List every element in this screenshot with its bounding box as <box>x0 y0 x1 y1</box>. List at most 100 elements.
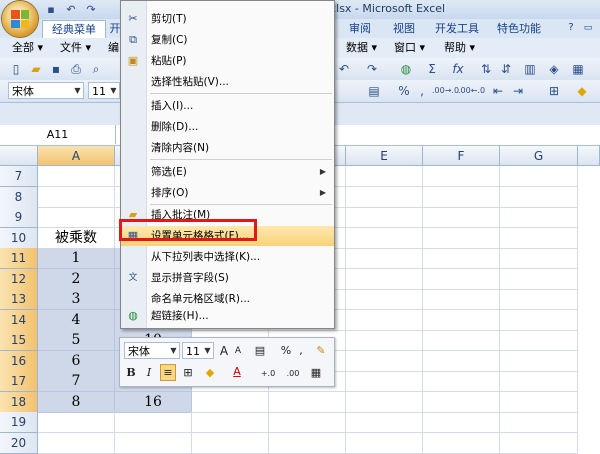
comma-button[interactable]: , <box>414 83 430 99</box>
zoom-icon[interactable]: ▦ <box>570 61 586 77</box>
cell-a18[interactable]: 8 <box>38 392 115 413</box>
tab-review[interactable]: 审阅 <box>344 20 376 37</box>
cell-b19[interactable] <box>115 412 192 433</box>
function-icon[interactable]: fx <box>450 61 466 77</box>
bold-button[interactable]: B <box>124 365 138 381</box>
increase-decimal-button[interactable]: .00→.0 <box>432 83 459 99</box>
cell-e11[interactable] <box>346 248 423 269</box>
undo-toolbar-icon[interactable]: ↶ <box>336 61 352 77</box>
cell-e9[interactable] <box>346 207 423 228</box>
row-header[interactable]: 12 <box>0 269 38 290</box>
open-icon[interactable]: ▰ <box>28 61 44 77</box>
cell-g12[interactable] <box>500 269 578 290</box>
redo-toolbar-icon[interactable]: ↷ <box>364 61 380 77</box>
cell-d19[interactable] <box>269 412 346 433</box>
grow-font-button[interactable]: A <box>218 343 230 359</box>
cell-a11[interactable]: 1 <box>38 248 115 269</box>
row-header[interactable]: 13 <box>0 289 38 310</box>
menu-data[interactable]: 数据 ▾ <box>346 40 377 56</box>
preview-icon[interactable]: ⌕ <box>88 61 104 77</box>
row-header[interactable]: 15 <box>0 330 38 351</box>
tab-view[interactable]: 视图 <box>388 20 420 37</box>
cell-g18[interactable] <box>500 392 578 413</box>
increase-indent-icon[interactable]: ⇥ <box>510 83 526 99</box>
cell-f11[interactable] <box>423 248 500 269</box>
row-header[interactable]: 20 <box>0 433 38 454</box>
align-center-icon[interactable]: ≡ <box>160 364 176 381</box>
cell-b20[interactable] <box>115 433 192 454</box>
merge-cells-icon[interactable]: ▦ <box>308 365 324 381</box>
tab-special[interactable]: 特色功能 <box>494 20 544 37</box>
column-header-a[interactable]: A <box>38 146 115 166</box>
menu-item-delete[interactable]: 删除(D)... <box>121 117 334 137</box>
cell-a17[interactable]: 7 <box>38 371 115 392</box>
drawing-icon[interactable]: ◈ <box>546 61 562 77</box>
format-painter-icon[interactable]: ✎ <box>314 343 328 359</box>
cell-a12[interactable]: 2 <box>38 269 115 290</box>
menu-all[interactable]: 全部 ▾ <box>12 40 43 56</box>
cell-f14[interactable] <box>423 310 500 331</box>
print-icon[interactable]: ⎙ <box>68 61 84 77</box>
cell-e18[interactable] <box>346 392 423 413</box>
cell-f7[interactable] <box>423 166 500 187</box>
sort-desc-icon[interactable]: ⇵ <box>498 61 514 77</box>
row-header[interactable]: 16 <box>0 351 38 372</box>
percent-button[interactable]: % <box>396 83 412 99</box>
cell-e19[interactable] <box>346 412 423 433</box>
row-header[interactable]: 10 <box>0 228 38 249</box>
fill-color-icon[interactable]: ◆ <box>574 83 590 99</box>
cell-b18[interactable]: 16 <box>115 392 192 413</box>
mini-percent-button[interactable]: % <box>280 343 292 359</box>
cell-e8[interactable] <box>346 187 423 208</box>
menu-file[interactable]: 文件 ▾ <box>60 40 91 56</box>
cell-a7[interactable] <box>38 166 115 187</box>
cell-g16[interactable] <box>500 351 578 372</box>
decrease-decimal-button[interactable]: .00←.0 <box>458 83 485 99</box>
cell-a15[interactable]: 5 <box>38 330 115 351</box>
cell-g13[interactable] <box>500 289 578 310</box>
cell-a8[interactable] <box>38 187 115 208</box>
mini-comma-button[interactable]: , <box>296 343 306 359</box>
cell-f20[interactable] <box>423 433 500 454</box>
new-icon[interactable]: ▯ <box>8 61 24 77</box>
save-toolbar-icon[interactable]: ▪ <box>48 61 64 77</box>
office-button[interactable] <box>2 1 38 37</box>
cell-g17[interactable] <box>500 371 578 392</box>
cell-g9[interactable] <box>500 207 578 228</box>
mini-decrease-decimal-button[interactable]: .00 <box>282 366 304 382</box>
cell-e13[interactable] <box>346 289 423 310</box>
cell-f8[interactable] <box>423 187 500 208</box>
menu-item-cut[interactable]: ✂ 剪切(T) <box>121 9 334 29</box>
select-all-corner[interactable] <box>0 146 38 166</box>
menu-item-sort[interactable]: 排序(O) ▶ <box>121 183 334 203</box>
undo-icon[interactable]: ↶ <box>64 3 78 17</box>
menu-item-pick-from-list[interactable]: 从下拉列表中选择(K)... <box>121 247 334 267</box>
cell-f18[interactable] <box>423 392 500 413</box>
fill-color-icon[interactable]: ◆ <box>202 365 218 381</box>
menu-item-paste-special[interactable]: 选择性粘贴(V)... <box>121 72 334 92</box>
chart-icon[interactable]: ▥ <box>522 61 538 77</box>
tab-classic-menu[interactable]: 经典菜单 <box>42 20 106 38</box>
cell-c18[interactable] <box>192 392 269 413</box>
cell-g20[interactable] <box>500 433 578 454</box>
cell-e16[interactable] <box>346 351 423 372</box>
menu-help[interactable]: 帮助 ▾ <box>444 40 475 56</box>
column-header-e[interactable]: E <box>346 146 423 166</box>
redo-icon[interactable]: ↷ <box>84 3 98 17</box>
currency-icon[interactable]: ▤ <box>250 343 270 359</box>
cell-d20[interactable] <box>269 433 346 454</box>
decrease-indent-icon[interactable]: ⇤ <box>490 83 506 99</box>
row-header[interactable]: 17 <box>0 371 38 392</box>
font-size-combo[interactable]: 11 ▼ <box>88 82 120 99</box>
minimize-ribbon-icon[interactable]: ▭ <box>582 22 594 34</box>
menu-window[interactable]: 窗口 ▾ <box>394 40 425 56</box>
menu-item-insert[interactable]: 插入(I)... <box>121 96 334 116</box>
cell-g7[interactable] <box>500 166 578 187</box>
row-header[interactable]: 11 <box>0 248 38 269</box>
cell-f19[interactable] <box>423 412 500 433</box>
cell-e15[interactable] <box>346 330 423 351</box>
cell-g11[interactable] <box>500 248 578 269</box>
autosum-icon[interactable]: Σ <box>424 61 440 77</box>
cell-f12[interactable] <box>423 269 500 290</box>
cell-e14[interactable] <box>346 310 423 331</box>
